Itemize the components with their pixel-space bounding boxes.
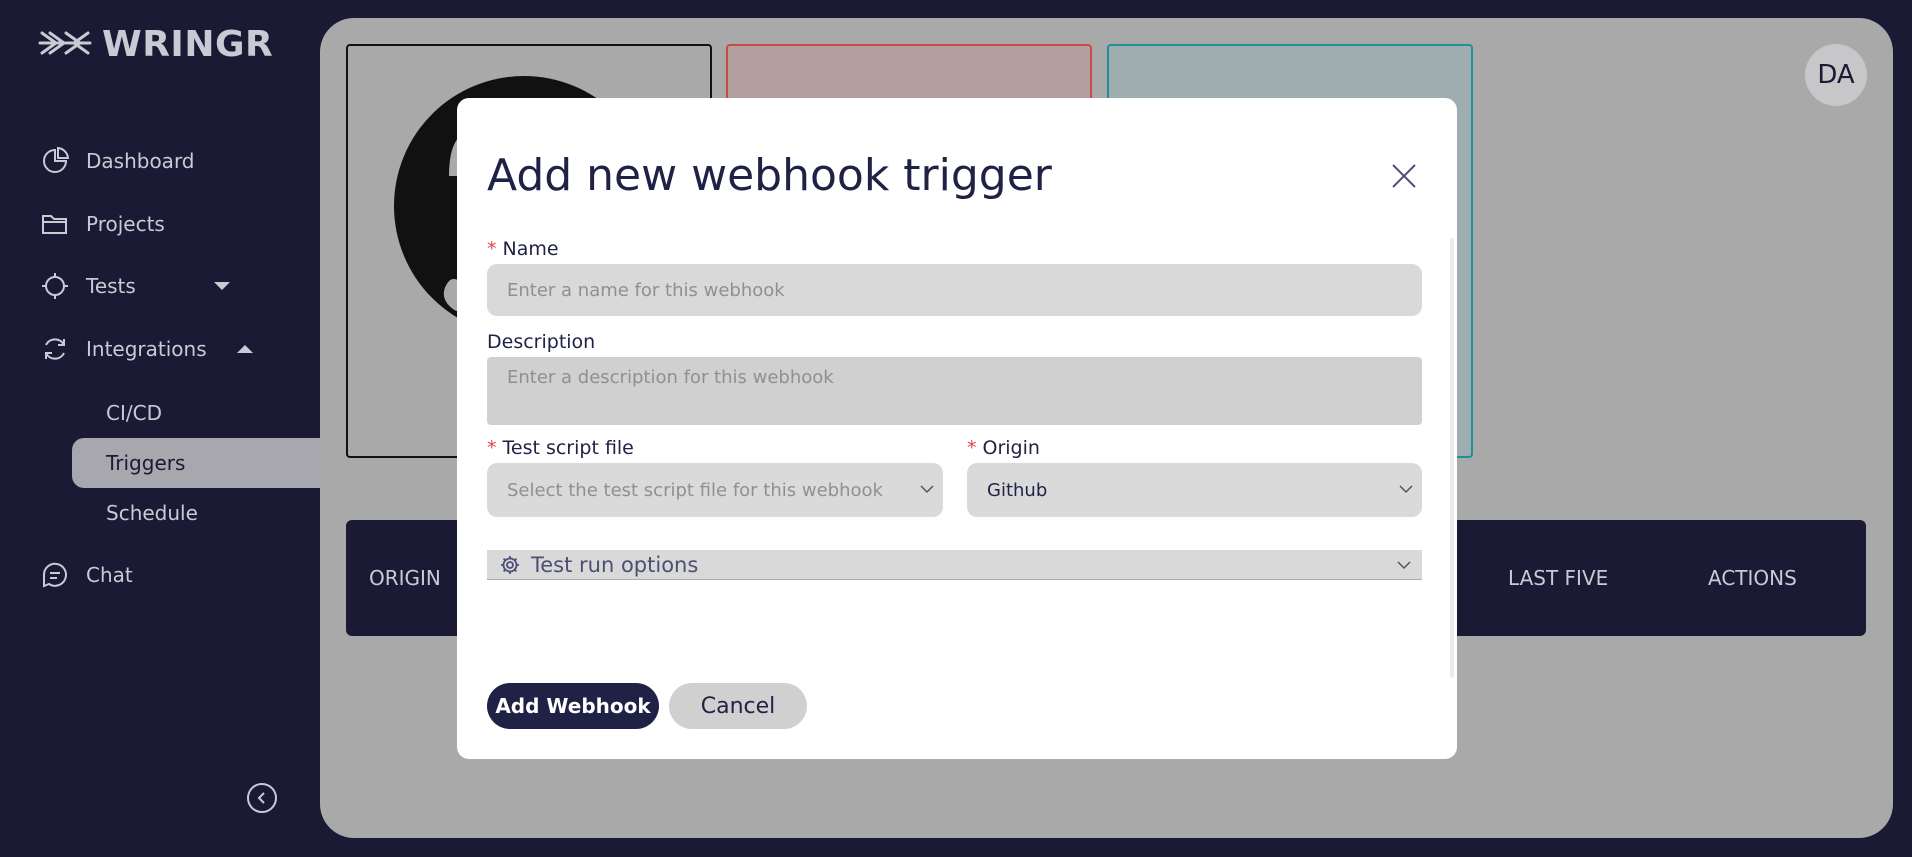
sidebar-item-label: Tests: [86, 274, 136, 298]
sidebar-item-dashboard[interactable]: Dashboard: [40, 146, 195, 176]
chevron-left-icon: [257, 792, 265, 804]
name-label: * Name: [487, 238, 559, 260]
sidebar-item-label: Dashboard: [86, 149, 195, 173]
gear-icon: [501, 555, 519, 574]
name-input[interactable]: Enter a name for this webhook: [487, 264, 1422, 316]
script-select-value: Select the test script file for this web…: [507, 479, 883, 501]
chevron-down-icon[interactable]: [213, 282, 230, 290]
test-run-options-label: Test run options: [531, 552, 699, 577]
close-icon[interactable]: [1390, 162, 1418, 190]
chevron-down-icon: [1399, 485, 1413, 494]
sidebar-item-label: Projects: [86, 212, 165, 236]
test-run-options-collapse[interactable]: Test run options: [487, 550, 1422, 580]
column-header-origin: ORIGIN: [369, 566, 441, 590]
sidebar-item-projects[interactable]: Projects: [40, 209, 165, 239]
sidebar-subitem-triggers[interactable]: Triggers: [106, 451, 185, 475]
sidebar: WRINGR Dashboard Projects Tests Integrat…: [0, 0, 322, 857]
column-header-last-five: LAST FIVE: [1508, 566, 1609, 590]
sidebar-item-label: Integrations: [86, 337, 207, 361]
origin-select-value: Github: [987, 479, 1048, 501]
logo-text: WRINGR: [102, 24, 274, 65]
refresh-icon: [45, 338, 65, 360]
sidebar-item-integrations[interactable]: Integrations: [40, 334, 253, 364]
crosshair-icon: [42, 273, 68, 299]
sidebar-item-tests[interactable]: Tests: [40, 271, 230, 301]
dialog-title: Add new webhook trigger: [487, 150, 1052, 201]
cancel-button[interactable]: Cancel: [669, 683, 807, 729]
dialog-scrollbar[interactable]: [1450, 238, 1454, 678]
sidebar-item-chat[interactable]: Chat: [40, 560, 133, 590]
sidebar-item-label: Chat: [86, 563, 133, 587]
script-label: * Test script file: [487, 437, 634, 459]
folder-icon: [42, 215, 67, 234]
origin-label: * Origin: [967, 437, 1040, 459]
add-webhook-dialog: Add new webhook trigger * Name Enter a na…: [457, 98, 1457, 759]
add-webhook-button[interactable]: Add Webhook: [487, 683, 659, 729]
script-select[interactable]: Select the test script file for this web…: [487, 463, 943, 517]
sidebar-subitem-schedule[interactable]: Schedule: [106, 501, 198, 525]
description-textarea[interactable]: Enter a description for this webhook: [487, 357, 1422, 425]
collapse-sidebar-button[interactable]: [247, 783, 277, 813]
pie-chart-icon: [43, 146, 70, 173]
chat-icon: [42, 562, 67, 588]
logo-icon: [38, 25, 92, 65]
chevron-down-icon: [1397, 561, 1411, 570]
chevron-up-icon[interactable]: [236, 345, 253, 353]
origin-select[interactable]: Github: [967, 463, 1422, 517]
logo[interactable]: WRINGR: [38, 24, 273, 65]
column-header-actions: ACTIONS: [1708, 566, 1797, 590]
chevron-down-icon: [920, 485, 934, 494]
description-label: Description: [487, 331, 596, 353]
sidebar-subitem-cicd[interactable]: CI/CD: [106, 401, 162, 425]
avatar[interactable]: DA: [1805, 44, 1867, 106]
